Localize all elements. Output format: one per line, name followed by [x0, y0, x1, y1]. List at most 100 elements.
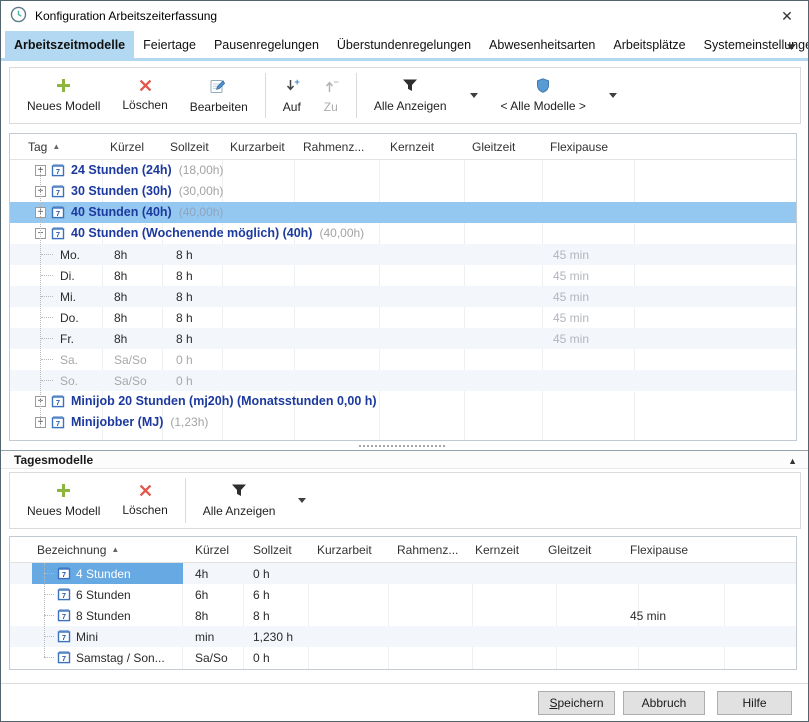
dialog-window: Konfiguration Arbeitszeiterfassung ✕ Arb… — [0, 0, 809, 722]
day-row[interactable]: Sa.Sa/So0 h — [10, 349, 796, 370]
sort-asc-icon: ▲ — [52, 142, 60, 151]
chevron-down-icon — [298, 498, 306, 503]
new-day-model-button[interactable]: Neues Modell — [16, 473, 111, 528]
tab-arbeitsplätze[interactable]: Arbeitsplätze — [604, 31, 694, 58]
column-header-gleitzeit[interactable]: Gleitzeit — [548, 537, 591, 562]
filter-funnel-icon — [402, 78, 418, 96]
day-row[interactable]: So.Sa/So0 h — [10, 370, 796, 391]
collapse-panel-icon[interactable]: ▲ — [788, 456, 797, 466]
x-icon — [139, 79, 152, 95]
column-header-flexipause[interactable]: Flexipause — [550, 134, 608, 159]
model-filter-button[interactable]: < Alle Modelle > — [490, 68, 597, 123]
svg-text:−: − — [333, 78, 338, 87]
column-header-sollzeit[interactable]: Sollzeit — [170, 134, 209, 159]
cell-tag: Fr. — [60, 328, 74, 349]
day-row[interactable]: Di.8h8 h45 min — [10, 265, 796, 286]
tab-arbeitszeitmodelle[interactable]: Arbeitszeitmodelle — [5, 31, 134, 58]
svg-text:7: 7 — [56, 230, 60, 239]
show-all-filter-button[interactable]: Alle Anzeigen — [363, 68, 458, 123]
filter-funnel-icon — [231, 483, 247, 501]
toolbar-separator — [185, 478, 186, 523]
column-header-sollzeit[interactable]: Sollzeit — [253, 537, 292, 562]
chevron-down-icon — [609, 93, 617, 98]
week-models-toolbar: Neues Modell Löschen Bearbeiten + Auf − … — [9, 67, 801, 124]
day-row[interactable]: Mo.8h8 h45 min — [10, 244, 796, 265]
tree-branch — [41, 254, 53, 255]
save-button[interactable]: Speichern — [538, 691, 615, 715]
calendar-icon: 7 — [57, 650, 71, 664]
model-hours-suffix: (30,00h) — [179, 181, 224, 202]
column-header-kernzeit[interactable]: Kernzeit — [475, 537, 519, 562]
column-header-rahmenz[interactable]: Rahmenz... — [303, 134, 364, 159]
column-header-kurzarbeit[interactable]: Kurzarbeit — [317, 537, 372, 562]
cell-bezeichnung: 4 Stunden — [76, 563, 131, 584]
column-header-kürzel[interactable]: Kürzel — [110, 134, 144, 159]
calendar-icon: 7 — [51, 205, 65, 219]
column-header-tag[interactable]: Tag ▲ — [28, 134, 60, 159]
cell-bezeichnung: Samstag / Son... — [76, 647, 165, 668]
column-header-rahmenz[interactable]: Rahmenz... — [397, 537, 458, 562]
svg-text:7: 7 — [62, 570, 66, 579]
delete-button[interactable]: Löschen — [111, 68, 178, 123]
model-row[interactable]: +724 Stunden (24h)(18,00h) — [10, 160, 796, 181]
calendar-icon: 7 — [51, 415, 65, 429]
plus-icon — [56, 483, 71, 501]
tree-guide-line — [44, 563, 46, 657]
edit-button[interactable]: Bearbeiten — [179, 68, 259, 123]
model-row[interactable]: −740 Stunden (Wochenende möglich) (40h)(… — [10, 223, 796, 244]
column-header-kernzeit[interactable]: Kernzeit — [390, 134, 434, 159]
tab-überstundenregelungen[interactable]: Überstundenregelungen — [328, 31, 480, 58]
tab-feiertage[interactable]: Feiertage — [134, 31, 205, 58]
day-models-panel-header[interactable]: Tagesmodelle ▲ — [1, 450, 808, 469]
collapse-all-button[interactable]: − Zu — [312, 68, 350, 123]
delete-day-model-button[interactable]: Löschen — [111, 473, 178, 528]
calendar-icon: 7 — [57, 587, 71, 601]
cell-kurzel: min — [195, 626, 214, 647]
model-label: Minijobber (MJ)(1,23h) — [71, 412, 208, 433]
day-model-row[interactable]: 76 Stunden6h6 h — [10, 584, 796, 605]
cell-bezeichnung: Mini — [76, 626, 98, 647]
show-all-dropdown-button[interactable] — [458, 68, 490, 123]
show-all-day-filter-button[interactable]: Alle Anzeigen — [192, 473, 287, 528]
x-icon — [139, 484, 152, 500]
cell-sollzeit: 8 h — [253, 605, 270, 626]
week-table-header: Tag ▲ Kürzel Sollzeit Kurzarbeit Rahmenz... K… — [10, 134, 796, 160]
calendar-icon: 7 — [51, 394, 65, 408]
model-row[interactable]: +740 Stunden (40h)(40,00h) — [10, 202, 796, 223]
tab-overflow-button[interactable] — [787, 39, 796, 53]
column-header-kürzel[interactable]: Kürzel — [195, 537, 229, 562]
arrow-up-minus-icon: − — [323, 78, 339, 97]
cell-sollzeit: 8 h — [176, 307, 193, 328]
help-button[interactable]: Hilfe — [717, 691, 792, 715]
cancel-button[interactable]: Abbruch — [623, 691, 705, 715]
calendar-icon: 7 — [51, 184, 65, 198]
model-row[interactable]: +7Minijob 20 Stunden (mj20h) (Monatsstun… — [10, 391, 796, 412]
tab-abwesenheitsarten[interactable]: Abwesenheitsarten — [480, 31, 604, 58]
day-model-row[interactable]: 7Samstag / Son...Sa/So0 h — [10, 647, 796, 668]
column-header-flexipause[interactable]: Flexipause — [630, 537, 688, 562]
model-filter-dropdown-button[interactable] — [597, 68, 629, 123]
splitter-handle[interactable] — [359, 445, 445, 447]
column-header-gleitzeit[interactable]: Gleitzeit — [472, 134, 515, 159]
title-bar: Konfiguration Arbeitszeiterfassung ✕ — [1, 1, 808, 31]
model-row[interactable]: +730 Stunden (30h)(30,00h) — [10, 181, 796, 202]
day-model-row[interactable]: 74 Stunden4h0 h — [10, 563, 796, 584]
calendar-icon: 7 — [51, 226, 65, 240]
svg-text:7: 7 — [62, 591, 66, 600]
cell-sollzeit: 8 h — [176, 244, 193, 265]
expand-all-button[interactable]: + Auf — [272, 68, 312, 123]
day-model-row[interactable]: 78 Stunden8h8 h45 min — [10, 605, 796, 626]
toolbar-separator — [265, 73, 266, 118]
new-model-button[interactable]: Neues Modell — [16, 68, 111, 123]
tab-pausenregelungen[interactable]: Pausenregelungen — [205, 31, 328, 58]
day-row[interactable]: Fr.8h8 h45 min — [10, 328, 796, 349]
day-row[interactable]: Do.8h8 h45 min — [10, 307, 796, 328]
close-button[interactable]: ✕ — [766, 1, 808, 31]
model-row[interactable]: +7Minijobber (MJ)(1,23h) — [10, 412, 796, 433]
day-row[interactable]: Mi.8h8 h45 min — [10, 286, 796, 307]
column-header-kurzarbeit[interactable]: Kurzarbeit — [230, 134, 285, 159]
day-model-row[interactable]: 7Minimin1,230 h — [10, 626, 796, 647]
show-all-day-dropdown-button[interactable] — [286, 473, 318, 528]
column-header-bezeichnung[interactable]: Bezeichnung ▲ — [37, 537, 119, 562]
svg-text:7: 7 — [62, 633, 66, 642]
